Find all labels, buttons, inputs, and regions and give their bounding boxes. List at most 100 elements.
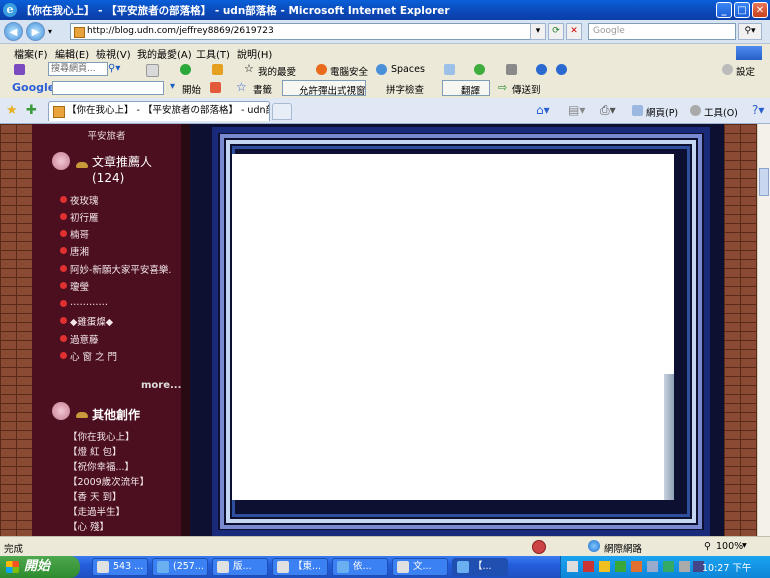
translate-button[interactable]: 翻譯 [442,80,490,97]
recommender-item[interactable]: 心 窗 之 門 [70,349,117,363]
google-bookmarks-button[interactable]: 書籤 [253,82,272,96]
recommender-item[interactable]: 初行雁 [70,210,99,224]
work-item[interactable]: 【2009歲次流年】 [68,474,149,488]
messenger-icon[interactable] [474,64,485,75]
work-item[interactable]: 【心 殘】 [68,519,109,533]
menu-tools[interactable]: 工具(T) [196,46,230,61]
speaker-icon[interactable] [679,561,690,572]
back-icon[interactable]: ◀ [4,22,23,41]
tab-active[interactable]: 【你在我心上】 - 【平安旅者の部落格】 - udn部... [48,101,270,121]
help-menu-icon[interactable]: ?▾ [752,103,764,117]
tray-icon[interactable] [663,561,674,572]
add-favorite-icon[interactable]: ✚ [26,103,37,118]
google-start-button[interactable]: 開始 [182,82,201,96]
rss-icon[interactable] [506,64,517,75]
taskbar-item[interactable]: 版... [212,558,268,576]
taskbar-item-label: 文... [413,561,432,572]
address-input[interactable]: http://blog.udn.com/jeffrey8869/2619723 [70,23,540,40]
recommender-item[interactable]: 過意藤 [70,332,99,346]
bookmark-icon[interactable] [146,64,159,77]
toolbar-spaces[interactable]: Spaces [391,64,425,75]
zoom-dropdown-icon[interactable]: ▾ [742,540,747,551]
scrollbar-thumb[interactable] [759,168,769,196]
recommender-item[interactable]: ………… [70,297,108,308]
recommender-item[interactable]: 阿妙-新願大家平安喜樂. [70,262,171,276]
mail2-icon[interactable] [444,64,455,75]
taskbar-item-label: 版... [233,561,252,572]
maximize-button[interactable]: □ [734,2,750,18]
tools-menu[interactable]: 工具(O) [704,105,738,119]
tray-icon[interactable] [567,561,578,572]
tray-icon[interactable] [599,561,610,572]
vertical-scrollbar[interactable] [757,124,770,536]
recommender-item[interactable]: 唐湘 [70,244,89,258]
person-icon [60,282,67,289]
toolbar-favorites[interactable]: 我的最愛 [258,64,296,78]
yahoo-icon[interactable] [14,64,25,75]
menu-view[interactable]: 檢視(V) [96,46,131,61]
more-link[interactable]: more... [141,380,181,391]
home-icon[interactable]: ⌂▾ [536,103,550,117]
minimize-button[interactable]: _ [716,2,732,18]
close-button[interactable]: ✕ [752,2,768,18]
toolbar-settings[interactable]: 設定 [736,64,755,78]
plus-icon[interactable] [180,64,191,75]
hat-icon [76,162,88,168]
tray-icon[interactable] [631,561,642,572]
gear-icon [722,64,733,75]
recommender-item[interactable]: 夜玫瑰 [70,193,99,207]
send-to-button[interactable]: 傳送到 [512,82,541,96]
toolbar-safety[interactable]: 電腦安全 [330,64,368,78]
taskbar-item[interactable]: 【東... [272,558,328,576]
history-dropdown-icon[interactable]: ▾ [48,27,52,36]
page-menu[interactable]: 網頁(P) [646,105,678,119]
taskbar-item[interactable]: 依... [332,558,388,576]
work-item[interactable]: 【走過半生】 [68,504,125,518]
tray-icon[interactable] [583,561,594,572]
recommender-item[interactable]: 楠哥 [70,227,89,241]
mail-icon[interactable] [212,64,223,75]
spell-check-button[interactable]: 拼字檢查 [386,82,424,96]
forward-icon[interactable]: ▶ [26,22,45,41]
taskbar-item[interactable]: 文... [392,558,448,576]
favorites-center-icon[interactable]: ★ [6,103,18,118]
recommender-item[interactable]: 瓊瑩 [70,279,89,293]
new-tab-button[interactable] [272,103,292,120]
google-search-input[interactable] [52,81,164,95]
windows-flag-icon [736,46,762,60]
person-icon [60,213,67,220]
menu-help[interactable]: 說明(H) [237,46,272,61]
taskbar-item[interactable]: 543 ... [92,558,148,576]
popup-blocked-icon[interactable] [532,540,546,554]
menu-file[interactable]: 檔案(F) [14,46,48,61]
start-button[interactable]: 開始 [0,556,80,578]
refresh-icon[interactable]: ⟳ [548,23,564,40]
taskbar-item[interactable]: (257... [152,558,208,576]
search-go-icon[interactable]: ⚲▾ [108,63,120,74]
tray-icon[interactable] [615,561,626,572]
toolbar-search-input[interactable]: 搜尋網頁... [48,62,108,76]
zoom-level[interactable]: 100% [716,541,743,552]
zoom-icon: ⚲ [704,541,711,552]
stop-icon[interactable]: ✕ [566,23,582,40]
windows-flag-icon [6,561,19,573]
work-item[interactable]: 【你在我心上】 [68,429,135,443]
recommender-item[interactable]: ◆雞蛋燦◆ [70,314,113,328]
search-input[interactable]: Google [588,23,736,40]
tray-icon[interactable] [647,561,658,572]
help-icon[interactable] [556,64,567,75]
work-item[interactable]: 【祝你幸福...】 [68,459,134,473]
search-icon[interactable]: ⚲▾ [738,23,762,40]
menu-favorites[interactable]: 我的最愛(A) [137,46,192,61]
info-icon[interactable] [536,64,547,75]
print-icon[interactable]: ⎙▾ [600,103,616,118]
work-item[interactable]: 【香 天 到】 [68,489,122,503]
popup-blocker-button[interactable]: 允許彈出式視窗 [282,80,366,97]
work-item[interactable]: 【燈 紅 包】 [68,444,122,458]
menu-edit[interactable]: 編輯(E) [55,46,89,61]
google-go-icon[interactable]: ▾ [170,81,175,92]
address-dropdown-icon[interactable]: ▾ [530,23,546,40]
address-row: ◀ ▶ ▾ http://blog.udn.com/jeffrey8869/26… [0,20,770,44]
taskbar-item-active[interactable]: 【... [452,558,508,576]
feeds-icon[interactable]: ▤▾ [568,103,585,117]
